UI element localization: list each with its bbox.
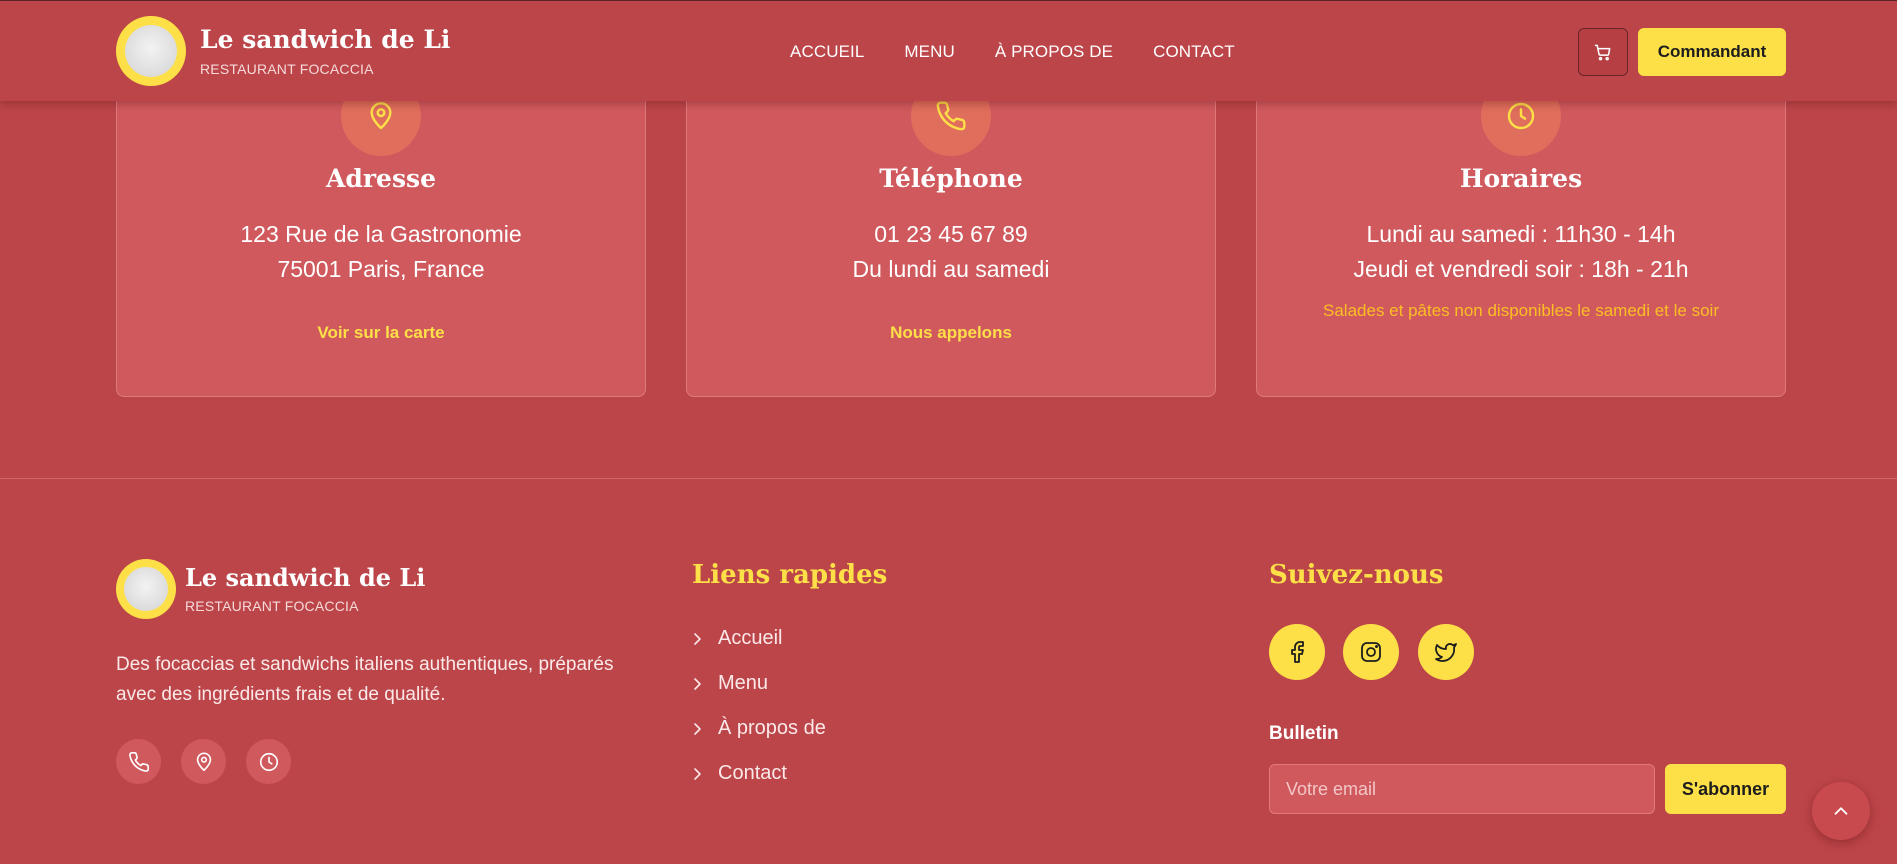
card-line: Jeudi et vendredi soir : 18h - 21h bbox=[1353, 256, 1689, 282]
footer-location-button[interactable] bbox=[181, 739, 226, 784]
footer-link-menu[interactable]: Menu bbox=[692, 672, 768, 695]
footer-logo[interactable] bbox=[116, 559, 176, 619]
site-header: Le sandwich de Li RESTAURANT FOCACCIA AC… bbox=[0, 0, 1897, 101]
brand-name[interactable]: Le sandwich de Li bbox=[200, 25, 450, 54]
hours-note: Salades et pâtes non disponibles le same… bbox=[1323, 301, 1719, 320]
footer-phone-button[interactable] bbox=[116, 739, 161, 784]
nav-contact[interactable]: CONTACT bbox=[1153, 42, 1235, 62]
footer-link-a-propos[interactable]: À propos de bbox=[692, 717, 826, 740]
brand-subtitle: RESTAURANT FOCACCIA bbox=[200, 61, 374, 77]
footer-link-label: Contact bbox=[718, 762, 787, 784]
email-input[interactable] bbox=[1269, 764, 1655, 814]
footer-brand-name: Le sandwich de Li bbox=[185, 563, 426, 592]
chevron-right-icon bbox=[692, 719, 704, 739]
instagram-icon bbox=[1361, 642, 1381, 662]
newsletter-label: Bulletin bbox=[1269, 723, 1339, 744]
card-line: Du lundi au samedi bbox=[852, 256, 1050, 282]
footer-link-label: Menu bbox=[718, 672, 769, 694]
card-line: 75001 Paris, France bbox=[277, 256, 485, 282]
footer-link-contact[interactable]: Contact bbox=[692, 762, 787, 785]
phone-card: Téléphone 01 23 45 67 89 Du lundi au sam… bbox=[686, 60, 1216, 397]
facebook-button[interactable] bbox=[1269, 624, 1325, 680]
footer-brand-subtitle: RESTAURANT FOCACCIA bbox=[185, 598, 359, 614]
facebook-icon bbox=[1291, 641, 1304, 663]
chevron-right-icon bbox=[692, 629, 704, 649]
footer-link-label: À propos de bbox=[718, 717, 826, 739]
footer-description: Des focaccias et sandwichs italiens auth… bbox=[116, 654, 614, 705]
logo[interactable] bbox=[116, 16, 186, 86]
clock-icon bbox=[259, 752, 278, 771]
quick-links-heading: Liens rapides bbox=[692, 560, 888, 590]
footer-divider bbox=[0, 478, 1897, 479]
card-title: Horaires bbox=[1459, 164, 1583, 193]
chevron-right-icon bbox=[692, 674, 704, 694]
address-card: Adresse 123 Rue de la Gastronomie 75001 … bbox=[116, 60, 646, 397]
nav-accueil[interactable]: ACCUEIL bbox=[790, 42, 864, 62]
instagram-button[interactable] bbox=[1343, 624, 1399, 680]
footer-link-label: Accueil bbox=[718, 627, 783, 649]
main-nav: ACCUEIL MENU À PROPOS DE CONTACT bbox=[790, 42, 1235, 62]
nav-menu[interactable]: MENU bbox=[904, 42, 954, 62]
footer-hours-button[interactable] bbox=[246, 739, 291, 784]
chevron-up-icon bbox=[1834, 807, 1848, 815]
card-line: Lundi au samedi : 11h30 - 14h bbox=[1366, 221, 1676, 247]
call-link[interactable]: Nous appelons bbox=[687, 323, 1215, 343]
footer-link-accueil[interactable]: Accueil bbox=[692, 627, 782, 650]
order-button[interactable]: Commandant bbox=[1638, 28, 1786, 76]
follow-us-heading: Suivez-nous bbox=[1269, 560, 1444, 590]
view-map-link[interactable]: Voir sur la carte bbox=[117, 323, 645, 343]
cart-icon bbox=[1594, 44, 1611, 61]
card-line: 01 23 45 67 89 bbox=[874, 221, 1028, 247]
subscribe-button[interactable]: S'abonner bbox=[1665, 764, 1786, 814]
cart-button[interactable] bbox=[1578, 28, 1628, 76]
nav-a-propos[interactable]: À PROPOS DE bbox=[995, 42, 1113, 62]
card-line: 123 Rue de la Gastronomie bbox=[240, 221, 522, 247]
card-title: Adresse bbox=[325, 164, 436, 193]
twitter-button[interactable] bbox=[1418, 624, 1474, 680]
card-title: Téléphone bbox=[879, 164, 1023, 193]
phone-icon bbox=[128, 751, 149, 772]
twitter-icon bbox=[1435, 643, 1457, 662]
map-pin-icon bbox=[196, 751, 211, 771]
chevron-right-icon bbox=[692, 764, 704, 784]
hours-card: Horaires Lundi au samedi : 11h30 - 14h J… bbox=[1256, 60, 1786, 397]
scroll-to-top-button[interactable] bbox=[1812, 782, 1870, 840]
